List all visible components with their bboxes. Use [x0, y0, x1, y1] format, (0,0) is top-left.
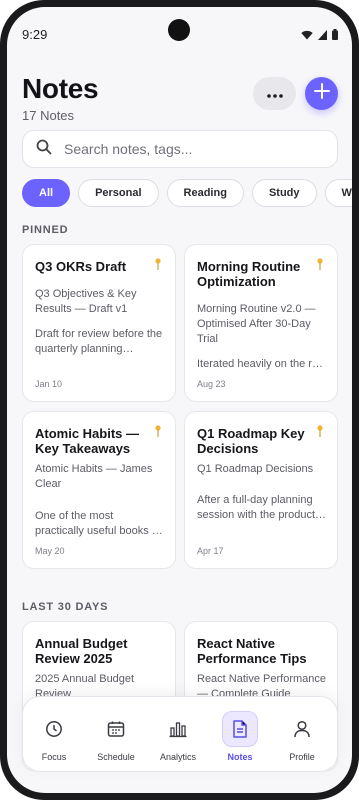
filter-chip-reading[interactable]: Reading — [166, 179, 244, 207]
note-date: Apr 17 — [197, 546, 224, 556]
filter-chip-all[interactable]: All — [22, 179, 71, 207]
filter-chip-personal[interactable]: Personal — [78, 179, 159, 207]
nav-item-schedule[interactable]: Schedule — [85, 697, 147, 773]
note-subtitle: Q3 Objectives & Key Results — Draft v1 — [35, 288, 137, 315]
signal-icon — [318, 27, 327, 45]
note-title: Morning Routine Optimization — [197, 259, 301, 289]
note-preview: Iterated heavily on the routine after a … — [197, 358, 327, 370]
note-title: Annual Budget Review 2025 — [35, 636, 128, 666]
wifi-icon — [301, 27, 313, 45]
plus-icon — [313, 83, 330, 104]
nav-label: Schedule — [97, 752, 135, 762]
section-label-recent: LAST 30 DAYS — [22, 601, 109, 613]
notes-count: 17 Notes — [22, 108, 75, 123]
bottom-nav: Focus Schedule Analytics Notes Profile — [22, 696, 338, 772]
add-note-button[interactable] — [305, 77, 338, 110]
page-title: Notes — [22, 73, 99, 104]
pin-icon — [155, 257, 161, 275]
note-date: Jan 10 — [35, 379, 63, 389]
note-date: May 20 — [35, 546, 65, 556]
document-icon — [222, 711, 258, 747]
timer-icon — [36, 711, 72, 747]
note-preview: After a full-day planning session with t… — [197, 494, 316, 521]
note-title: React Native Performance Tips — [197, 636, 307, 666]
status-time: 9:29 — [22, 27, 48, 42]
note-card[interactable]: Atomic Habits — Key Takeaways Atomic Hab… — [22, 411, 176, 569]
note-title: Atomic Habits — Key Takeaways — [35, 426, 140, 456]
battery-icon — [332, 27, 338, 45]
bar-chart-icon — [160, 711, 196, 747]
calendar-icon — [98, 711, 134, 747]
filter-chip-study[interactable]: Study — [251, 179, 317, 207]
note-card[interactable]: Morning Routine Optimization Morning Rou… — [184, 244, 338, 402]
pin-icon — [155, 424, 161, 442]
person-icon — [284, 711, 320, 747]
nav-item-notes[interactable]: Notes — [209, 697, 271, 773]
section-label-pinned: PINNED — [22, 224, 69, 236]
note-subtitle: Atomic Habits — James Clear — [35, 463, 153, 490]
nav-label: Analytics — [159, 752, 196, 762]
search-input[interactable] — [64, 141, 304, 157]
note-title: Q3 OKRs Draft — [35, 259, 127, 274]
note-title: Q1 Roadmap Key Decisions — [197, 426, 305, 456]
pin-icon — [317, 257, 323, 275]
search-icon — [36, 139, 52, 160]
phone-frame: 9:29 Notes 17 Notes Search notes, tags..… — [0, 0, 359, 800]
note-date: Aug 23 — [197, 379, 226, 389]
more-dots-icon — [266, 85, 283, 103]
nav-label: Focus — [41, 752, 67, 762]
nav-item-focus[interactable]: Focus — [23, 697, 85, 773]
note-card[interactable]: Q1 Roadmap Key Decisions Q1 Roadmap Deci… — [184, 411, 338, 569]
note-preview: One of the most practically useful books… — [35, 510, 165, 537]
nav-item-analytics[interactable]: Analytics — [147, 697, 209, 773]
search-bar[interactable] — [22, 130, 338, 168]
status-bar: 9:29 — [7, 7, 352, 51]
pin-icon — [317, 424, 323, 442]
nav-label: Profile — [289, 752, 315, 762]
nav-item-profile[interactable]: Profile — [271, 697, 333, 773]
filter-chips: AllPersonalReadingStudyWork — [22, 179, 352, 209]
nav-label: Notes — [227, 752, 253, 762]
more-options-button[interactable] — [253, 77, 296, 110]
note-subtitle: Morning Routine v2.0 — Optimised After 3… — [197, 303, 316, 345]
app-screen: 9:29 Notes 17 Notes Search notes, tags..… — [7, 7, 352, 793]
filter-chip-work[interactable]: Work — [324, 179, 352, 207]
note-subtitle: Q1 Roadmap Decisions — [197, 463, 314, 475]
note-card[interactable]: Q3 OKRs Draft Q3 Objectives & Key Result… — [22, 244, 176, 402]
camera-cutout — [168, 19, 190, 41]
note-preview: Draft for review before the quarterly pl… — [35, 328, 163, 355]
status-icons — [301, 27, 338, 45]
